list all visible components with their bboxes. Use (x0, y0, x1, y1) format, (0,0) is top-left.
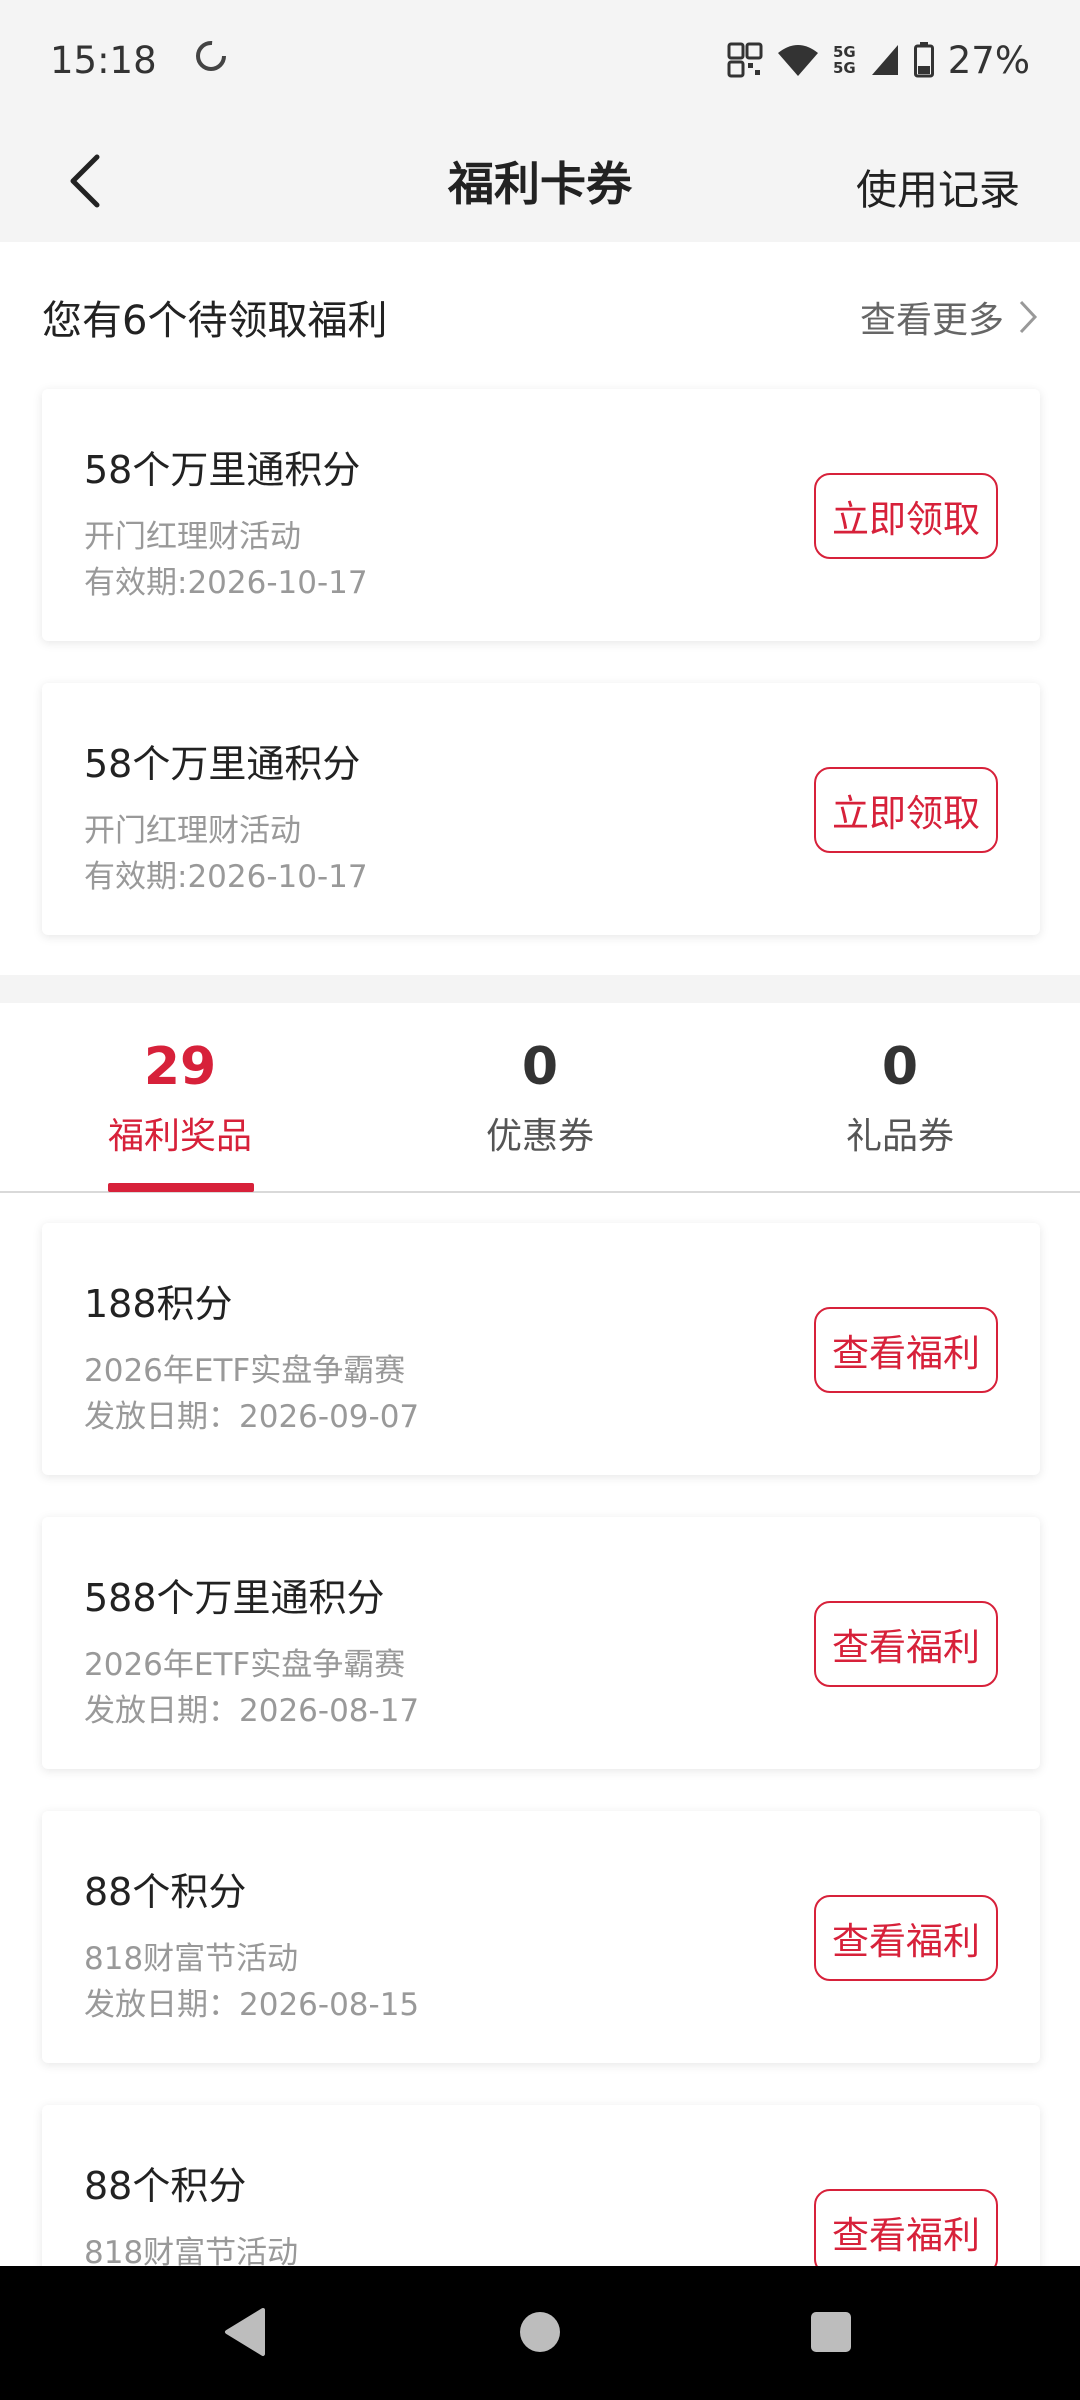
pending-card: 58个万里通积分 开门红理财活动 有效期:2026-10-17 立即领取 (42, 683, 1040, 935)
system-home-button[interactable] (505, 2302, 575, 2362)
view-benefit-button[interactable]: 查看福利 (814, 1601, 998, 1687)
claim-button[interactable]: 立即领取 (814, 767, 998, 853)
system-back-button[interactable] (210, 2302, 280, 2362)
tab-count: 0 (881, 1037, 919, 1097)
card-date: 有效期:2026-10-17 (84, 859, 368, 895)
nfc-icon (727, 42, 763, 78)
nav-bar: 福利卡券 使用记录 (0, 120, 1080, 242)
page-title: 福利卡券 (448, 157, 632, 211)
status-bar: 15:18 5G 5G 27% (0, 0, 1080, 120)
network-type: 5G 5G (833, 43, 856, 77)
view-more-label: 查看更多 (859, 300, 1004, 341)
view-benefit-button[interactable]: 查看福利 (814, 1895, 998, 1981)
system-recents-button[interactable] (796, 2302, 866, 2362)
tab-gift-vouchers[interactable]: 0 礼品券 (720, 1003, 1080, 1193)
tab-coupons[interactable]: 0 优惠券 (360, 1003, 720, 1193)
back-button[interactable] (55, 148, 115, 214)
battery-level: 27% (947, 38, 1030, 82)
tab-label: 福利奖品 (107, 1116, 252, 1157)
card-subtitle: 开门红理财活动 (84, 519, 301, 555)
card-subtitle: 2026年ETF实盘争霸赛 (84, 1647, 406, 1683)
card-subtitle: 开门红理财活动 (84, 813, 301, 849)
view-benefit-button[interactable]: 查看福利 (814, 2189, 998, 2266)
tab-label: 礼品券 (845, 1116, 954, 1157)
reward-card: 588个万里通积分 2026年ETF实盘争霸赛 发放日期：2026-08-17 … (42, 1517, 1040, 1769)
square-recents-icon (811, 2312, 851, 2352)
card-subtitle: 818财富节活动 (84, 1941, 299, 1977)
card-date: 发放日期：2026-09-07 (84, 1399, 420, 1435)
card-date: 发放日期：2026-08-15 (84, 1987, 420, 2023)
card-subtitle: 818财富节活动 (84, 2235, 299, 2266)
pending-card: 58个万里通积分 开门红理财活动 有效期:2026-10-17 立即领取 (42, 389, 1040, 641)
reward-card: 188积分 2026年ETF实盘争霸赛 发放日期：2026-09-07 查看福利 (42, 1223, 1040, 1475)
usage-record-button[interactable]: 使用记录 (856, 156, 1020, 216)
reward-card: 88个积分 818财富节活动 发放日期：2026-08-15 查看福利 (42, 1811, 1040, 2063)
sync-icon (193, 38, 229, 83)
tab-count: 0 (521, 1037, 559, 1097)
status-time: 15:18 (50, 38, 157, 82)
pending-header: 您有6个待领取福利 查看更多 (0, 242, 1080, 392)
tab-benefit-prizes[interactable]: 29 福利奖品 (0, 1003, 360, 1193)
card-title: 88个积分 (84, 2164, 247, 2208)
tab-count: 29 (143, 1037, 217, 1097)
chevron-right-icon (1019, 300, 1038, 334)
card-title: 58个万里通积分 (84, 448, 361, 492)
wifi-icon (777, 43, 819, 77)
card-date: 发放日期：2026-08-17 (84, 1693, 420, 1729)
circle-home-icon (520, 2312, 560, 2352)
view-more-link[interactable]: 查看更多 (860, 291, 1038, 343)
category-tabs: 29 福利奖品 0 优惠券 0 礼品券 (0, 1003, 1080, 1193)
system-navigation-bar (0, 2266, 1080, 2400)
pending-title: 您有6个待领取福利 (42, 298, 388, 344)
card-title: 88个积分 (84, 1870, 247, 1914)
card-title: 188积分 (84, 1282, 233, 1326)
triangle-back-icon (225, 2308, 265, 2356)
active-tab-indicator (108, 1183, 254, 1192)
pending-rewards-section: 您有6个待领取福利 查看更多 58个万里通积分 开门红理财活动 有效期:2026… (0, 242, 1080, 975)
chevron-left-icon (70, 154, 100, 208)
reward-card: 88个积分 818财富节活动 查看福利 (42, 2105, 1040, 2266)
signal-icon (870, 43, 900, 77)
tab-label: 优惠券 (485, 1116, 594, 1157)
battery-icon (913, 42, 934, 78)
card-title: 58个万里通积分 (84, 742, 361, 786)
card-subtitle: 2026年ETF实盘争霸赛 (84, 1353, 406, 1389)
card-title: 588个万里通积分 (84, 1576, 385, 1620)
card-date: 有效期:2026-10-17 (84, 565, 368, 601)
claim-button[interactable]: 立即领取 (814, 473, 998, 559)
view-benefit-button[interactable]: 查看福利 (814, 1307, 998, 1393)
reward-list[interactable]: 188积分 2026年ETF实盘争霸赛 发放日期：2026-09-07 查看福利… (0, 1193, 1080, 2266)
